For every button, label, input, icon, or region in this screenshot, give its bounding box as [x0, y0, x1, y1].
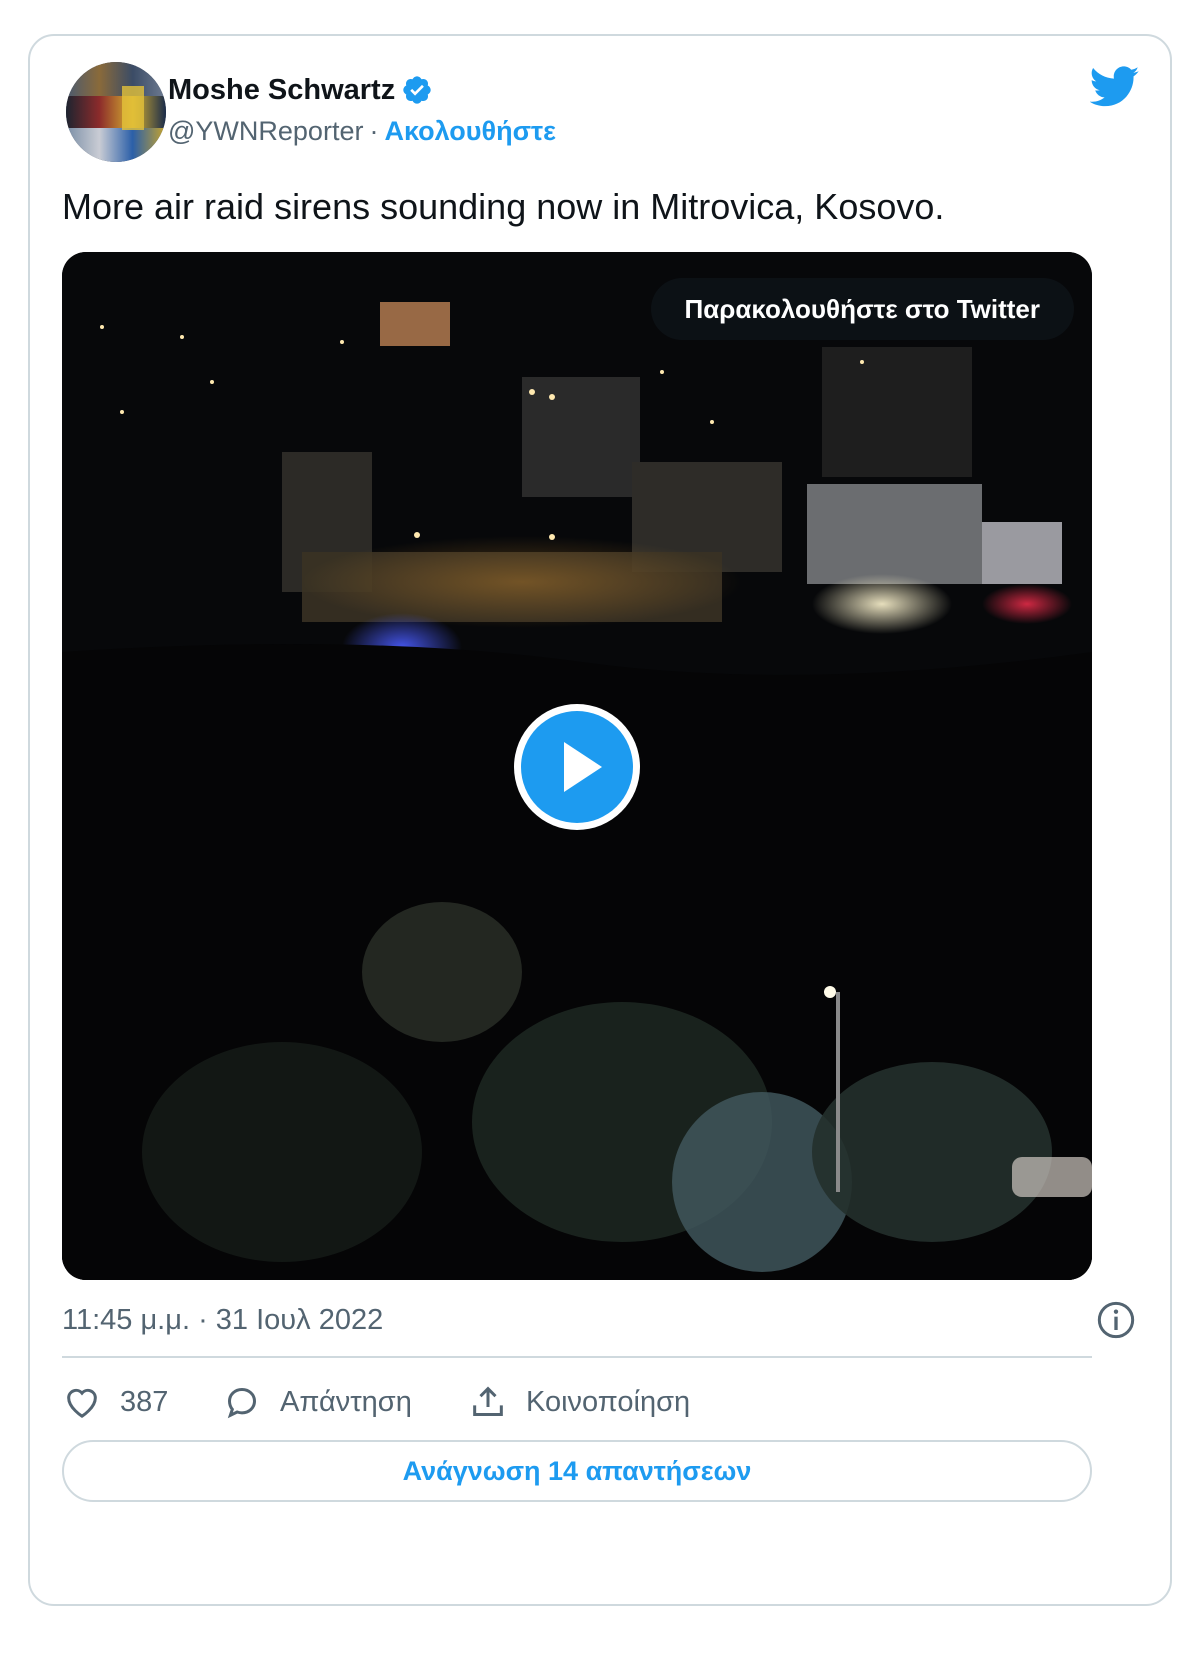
author-handle[interactable]: @YWNReporter: [168, 116, 363, 147]
share-icon: [473, 1386, 503, 1416]
actions-bar: 387 Απάντηση Κοινοποίηση: [62, 1380, 690, 1424]
tweet-text: More air raid sirens sounding now in Mit…: [62, 186, 945, 227]
separator: ·: [369, 115, 379, 146]
author-row: Moshe Schwartz: [168, 72, 433, 108]
reply-button[interactable]: Απάντηση: [222, 1382, 468, 1422]
tweet-timestamp[interactable]: 11:45 μ.μ. · 31 Ιουλ 2022: [62, 1300, 383, 1340]
read-replies-button[interactable]: Ανάγνωση 14 απαντήσεων: [62, 1440, 1092, 1502]
play-icon[interactable]: [510, 700, 644, 834]
follow-button[interactable]: Ακολουθήστε: [384, 116, 555, 147]
avatar[interactable]: [66, 62, 166, 162]
like-count: 387: [120, 1385, 169, 1418]
info-icon[interactable]: [1096, 1300, 1136, 1340]
tweet-card: Moshe Schwartz @YWNReporter · Ακολουθήστ…: [28, 34, 1172, 1606]
watch-on-twitter-button[interactable]: Παρακολουθήστε στο Twitter: [650, 278, 1074, 340]
video-player[interactable]: Παρακολουθήστε στο Twitter: [62, 252, 1092, 1280]
verified-badge-icon: [403, 76, 431, 104]
heart-icon: [67, 1388, 97, 1418]
reply-label: Απάντηση: [280, 1385, 412, 1418]
handle-row: @YWNReporter · Ακολουθήστε: [168, 114, 556, 148]
author-name[interactable]: Moshe Schwartz: [168, 74, 395, 107]
twitter-bird-icon[interactable]: [1090, 66, 1140, 108]
like-button[interactable]: 387: [62, 1382, 212, 1422]
share-label: Κοινοποίηση: [526, 1385, 691, 1418]
divider: [62, 1356, 1092, 1358]
reply-icon: [227, 1387, 257, 1419]
share-button[interactable]: Κοινοποίηση: [468, 1382, 690, 1422]
